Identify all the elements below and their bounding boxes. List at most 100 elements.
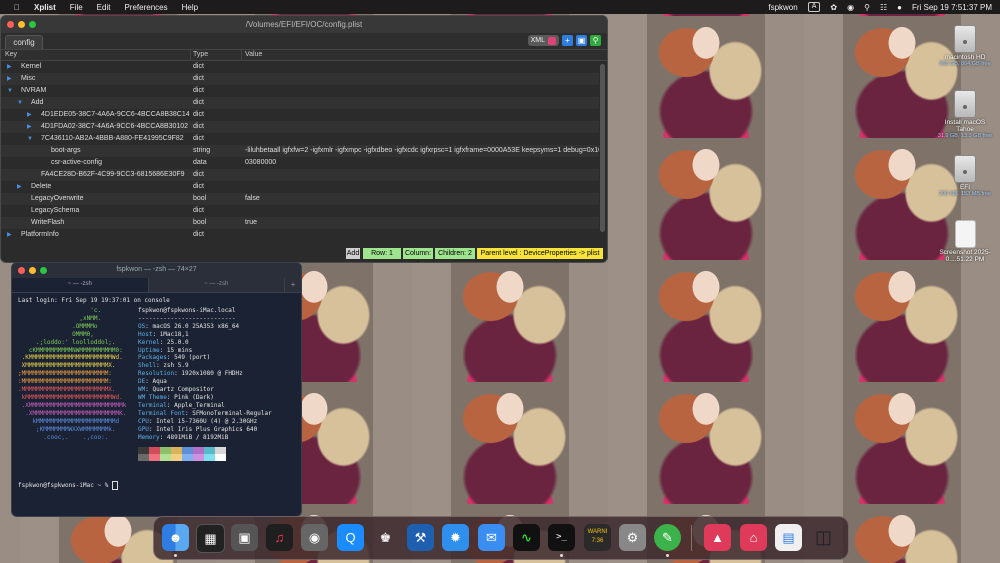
table-row[interactable]: ▶ Misc dict	[1, 73, 599, 85]
disclosure-open-icon[interactable]: ▼	[27, 133, 33, 145]
safari-icon[interactable]: ✹	[442, 524, 469, 551]
add-button[interactable]: Add	[346, 248, 360, 259]
table-row[interactable]: WriteFlash bool true	[1, 217, 599, 229]
table-row[interactable]: csr-active-config data 03080000	[1, 157, 599, 169]
table-row[interactable]: ▶ Kernel dict	[1, 61, 599, 73]
table-row[interactable]: LegacySchema dict	[1, 205, 599, 217]
xplist-window: /Volumes/EFI/EFI/OC/config.plist config …	[0, 15, 608, 263]
info-line: CPU: Intel i5-7360U (4) @ 2.30GHz	[138, 417, 258, 425]
table-row[interactable]: ▼ 7C436110-AB2A-4BBB-A880-FE41995C9F82 dic…	[1, 133, 599, 145]
table-row[interactable]: ▶ PlatformInfo dict	[1, 229, 599, 241]
info-value: macOS 26.0 25A353 x86_64	[152, 322, 240, 330]
desktop-volume[interactable]: macintosh HD 968 GB, 864 GB free	[937, 25, 993, 67]
terminal-titlebar[interactable]: fspkwon — -zsh — 74×27	[12, 263, 301, 278]
search-icon[interactable]: ⚲	[864, 3, 870, 12]
row-type: dict	[193, 87, 204, 94]
mail-icon[interactable]: ✉	[478, 524, 505, 551]
xplist-titlebar[interactable]: /Volumes/EFI/EFI/OC/config.plist	[1, 16, 607, 33]
column-type[interactable]: Type	[193, 51, 208, 58]
apple-icon[interactable]: 	[14, 3, 20, 12]
desktop-item-capacity: 206 MB, 153 MB free	[939, 191, 991, 197]
info-separator: ---------------------------	[138, 314, 236, 322]
screenshot-stack-icon[interactable]: ▤	[775, 524, 802, 551]
table-row[interactable]: ▼ Add dict	[1, 97, 599, 109]
info-value: Aqua	[152, 378, 167, 386]
table-row[interactable]: boot-args string -liluhbetaall igfxfw=2 -i…	[1, 145, 599, 157]
wifi-icon[interactable]: ◉	[847, 3, 854, 12]
menu-app-name[interactable]: Xplist	[34, 3, 56, 12]
disclosure-closed-icon[interactable]: ▶	[27, 109, 32, 121]
bluetooth-icon[interactable]: ✿	[830, 3, 837, 12]
control-center-icon[interactable]: ☷	[880, 3, 887, 12]
table-row[interactable]: LegacyOverwrite bool false	[1, 193, 599, 205]
palette-swatch	[149, 447, 160, 454]
terminal-tabs: ~ — -zsh ~ — -zsh +	[12, 278, 301, 293]
terminal-output[interactable]: Last login: Fri Sep 19 19:37:01 on conso…	[18, 297, 297, 512]
applications-folder-icon[interactable]: ▲	[704, 524, 731, 551]
terminal-tab-2[interactable]: ~ — -zsh	[149, 278, 285, 292]
logo-line: ,xNMM.	[18, 314, 102, 322]
activity-monitor-icon[interactable]: ∿	[513, 524, 540, 551]
row-type: bool	[193, 195, 207, 202]
system-settings-icon[interactable]: ⚙	[619, 524, 646, 551]
menu-help[interactable]: Help	[182, 3, 198, 12]
format-select[interactable]: XML	[527, 35, 559, 46]
desktop-volume[interactable]: Install macOS Tahoe 31.9 GB, 13.3 GB free	[937, 90, 993, 139]
siri-icon[interactable]: ●	[897, 3, 902, 12]
text-cursor	[111, 481, 118, 490]
disclosure-open-icon[interactable]: ▼	[17, 97, 23, 109]
table-row[interactable]: ▶ 4D1FDA02-38C7-4A6A-9CC6-4BCCA8B30102 dic…	[1, 121, 599, 133]
vertical-scrollbar[interactable]	[600, 64, 605, 232]
finder-icon[interactable]: ☻	[162, 524, 189, 551]
quicktime-icon[interactable]: Q	[337, 524, 364, 551]
menu-file[interactable]: File	[70, 3, 83, 12]
home-folder-icon[interactable]: ⌂	[740, 524, 767, 551]
table-row[interactable]: ▶ Delete dict	[1, 181, 599, 193]
tab-config[interactable]: config	[5, 35, 43, 49]
table-row[interactable]: ▼ NVRAM dict	[1, 85, 599, 97]
music-icon[interactable]: ♫	[266, 524, 293, 551]
info-line: Uptime: 15 mins	[138, 346, 193, 354]
column-key[interactable]: Key	[5, 51, 17, 58]
info-value: 4891MiB / 8192MiB	[166, 433, 229, 441]
menu-edit[interactable]: Edit	[97, 3, 111, 12]
xcode-icon[interactable]: ⚒	[407, 524, 434, 551]
row-key: Kernel	[21, 63, 42, 70]
table-row[interactable]: ▶ 4D1EDE05-38C7-4A6A-9CC6-4BCCA8B38C14 dic…	[1, 109, 599, 121]
disclosure-closed-icon[interactable]: ▶	[7, 73, 12, 85]
trash-icon[interactable]: ◫	[810, 524, 837, 551]
palette-swatch	[215, 454, 226, 461]
menu-clock[interactable]: Fri Sep 19 7:51:37 PM	[912, 3, 992, 12]
status-column: Column: 1	[403, 248, 433, 262]
desktop-volume[interactable]: EFI 206 MB, 153 MB free	[937, 155, 993, 197]
row-type: data	[193, 159, 207, 166]
terminal-icon[interactable]: >_	[548, 524, 575, 551]
console-icon[interactable]: WARNI 7:36	[584, 524, 611, 551]
disclosure-closed-icon[interactable]: ▶	[7, 61, 12, 73]
disclosure-closed-icon[interactable]: ▶	[17, 181, 22, 193]
script-editor-icon[interactable]: ✎	[654, 524, 681, 551]
desktop-file-screenshot[interactable]: Screenshot 2025-0....51.22 PM	[937, 220, 993, 263]
disk-utility-icon[interactable]: ◉	[301, 524, 328, 551]
new-tab-icon[interactable]: +	[285, 278, 301, 292]
opencore-configurator-icon[interactable]: ♚	[372, 524, 399, 551]
table-row[interactable]: FA4CE28D-B62F-4C99-9CC3-6815686E30F9 dict	[1, 169, 599, 181]
desktop-item-label: EFI	[959, 184, 971, 191]
launchpad-icon[interactable]: ▦	[196, 524, 225, 553]
disclosure-open-icon[interactable]: ▼	[7, 85, 13, 97]
row-key: NVRAM	[21, 87, 47, 94]
calculator-icon[interactable]: ▣	[231, 524, 258, 551]
terminal-tab-1[interactable]: ~ — -zsh	[12, 278, 149, 292]
input-source-indicator[interactable]: A	[807, 2, 821, 12]
disclosure-closed-icon[interactable]: ▶	[27, 121, 32, 133]
status-bar: Add Row: 1 Column: 1 Children: 2 Parent …	[1, 247, 607, 262]
save-icon[interactable]: ▣	[576, 35, 587, 46]
add-item-icon[interactable]: +	[562, 35, 573, 46]
info-value: 15 mins	[166, 346, 193, 354]
row-type: dict	[193, 123, 204, 130]
menu-user[interactable]: fspkwon	[768, 3, 797, 12]
search-icon[interactable]: ⚲	[590, 35, 601, 46]
menu-preferences[interactable]: Preferences	[124, 3, 167, 12]
disclosure-closed-icon[interactable]: ▶	[7, 229, 12, 241]
column-value[interactable]: Value	[245, 51, 262, 58]
